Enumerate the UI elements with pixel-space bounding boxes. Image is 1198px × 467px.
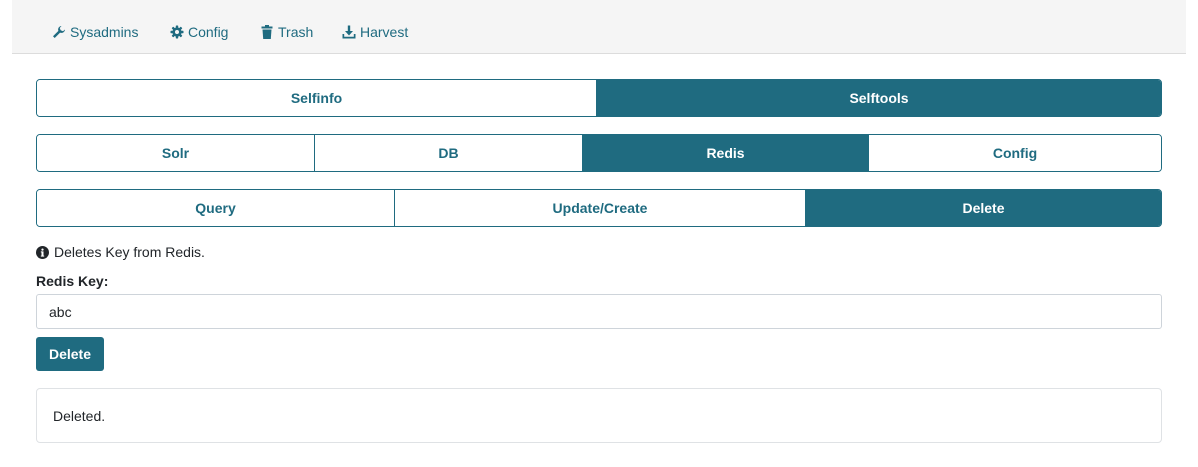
nav-item-trash[interactable]: Trash [260,0,313,64]
nav-item-label: Config [188,24,229,40]
info-circle-icon [36,245,49,259]
page: Sysadmins Config Trash Harvest Selfinfo … [0,0,1198,467]
tabs-level-3: Query Update/Create Delete [36,189,1162,227]
tabs-level-2: Solr DB Redis Config [36,134,1162,172]
redis-key-input[interactable] [36,294,1162,329]
download-icon [342,25,356,39]
nav-item-sysadmins[interactable]: Sysadmins [52,0,138,64]
result-panel: Deleted. [36,388,1162,443]
trash-icon [260,25,274,39]
nav-item-label: Trash [278,24,314,40]
gear-icon [170,25,184,39]
tab-db[interactable]: DB [314,135,582,171]
tab-query[interactable]: Query [37,190,394,226]
tab-update-create[interactable]: Update/Create [394,190,805,226]
tab-config[interactable]: Config [868,135,1161,171]
tab-selfinfo[interactable]: Selfinfo [37,80,596,116]
result-message: Deleted. [53,407,106,424]
wrench-icon [52,25,66,39]
delete-button[interactable]: Delete [36,337,104,371]
tab-selftools[interactable]: Selftools [596,80,1161,116]
tab-delete[interactable]: Delete [805,190,1161,226]
tab-redis[interactable]: Redis [582,135,868,171]
top-navbar: Sysadmins Config Trash Harvest [12,0,1186,54]
nav-item-label: Harvest [360,24,409,40]
info-text: Deletes Key from Redis. [54,244,205,260]
tab-solr[interactable]: Solr [37,135,314,171]
nav-item-harvest[interactable]: Harvest [342,0,408,64]
info-message: Deletes Key from Redis. [36,244,205,260]
nav-item-label: Sysadmins [70,24,139,40]
nav-item-config[interactable]: Config [170,0,228,64]
redis-key-label: Redis Key: [36,273,109,289]
tabs-level-1: Selfinfo Selftools [36,79,1162,117]
